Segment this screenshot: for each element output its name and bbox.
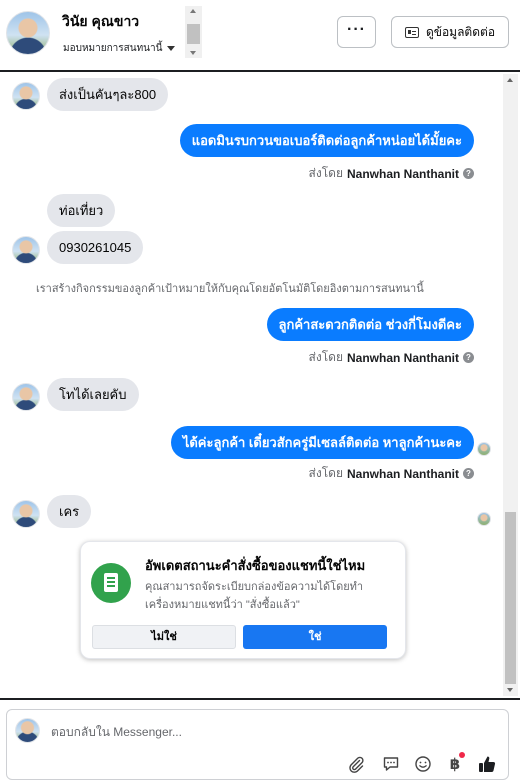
order-status-prompt: อัพเดตสถานะคำสั่งซื้อของแชทนี้ใช่ไหม คุณ… bbox=[80, 541, 406, 659]
sent-by-line: ส่งโดย Nanwhan Nanthanit ? bbox=[309, 348, 474, 367]
contact-name[interactable]: วินัย คุณขาว bbox=[62, 11, 139, 33]
scroll-down-icon[interactable] bbox=[507, 688, 513, 692]
assign-conversation-label: มอบหมายการสนทนานี้ bbox=[63, 43, 163, 54]
contact-card-icon bbox=[404, 26, 419, 38]
incoming-message[interactable]: ท่อเที่ยว bbox=[47, 194, 116, 227]
sent-by-line: ส่งโดย Nanwhan Nanthanit ? bbox=[309, 164, 474, 183]
decline-button[interactable]: ไม่ใช่ bbox=[92, 625, 236, 649]
scroll-up-icon[interactable] bbox=[507, 78, 513, 82]
reply-input[interactable] bbox=[51, 725, 471, 739]
seen-receipt-avatar bbox=[477, 442, 491, 456]
contact-avatar-small[interactable] bbox=[12, 82, 40, 110]
help-icon[interactable]: ? bbox=[463, 352, 474, 363]
baht-payment-icon[interactable]: ฿ bbox=[445, 752, 465, 774]
caret-down-icon bbox=[167, 46, 176, 51]
more-icon: ··· bbox=[347, 21, 366, 38]
scroll-thumb[interactable] bbox=[187, 24, 200, 44]
incoming-message[interactable]: ส่งเป็นคันๆละ800 bbox=[47, 78, 169, 111]
messenger-conversation-panel: วินัย คุณขาว มอบหมายการสนทนานี้ ··· ดูข้… bbox=[0, 0, 520, 783]
like-icon[interactable] bbox=[477, 754, 497, 774]
order-status-description: คุณสามารถจัดระเบียบกล่องข้อความได้โดยทำ bbox=[145, 581, 364, 593]
attach-icon[interactable] bbox=[346, 754, 366, 774]
incoming-message[interactable]: เคร bbox=[47, 495, 92, 528]
assign-conversation-dropdown[interactable]: มอบหมายการสนทนานี้ bbox=[63, 41, 176, 56]
sent-by-prefix: ส่งโดย bbox=[308, 350, 343, 364]
contact-avatar[interactable] bbox=[6, 11, 50, 55]
order-status-icon bbox=[91, 563, 131, 603]
seen-receipt-avatar bbox=[477, 512, 491, 526]
contact-avatar-small[interactable] bbox=[12, 236, 40, 264]
view-contact-button[interactable]: ดูข้อมูลติดต่อ bbox=[391, 16, 509, 48]
header-scrollbar[interactable] bbox=[185, 6, 202, 58]
scroll-thumb[interactable] bbox=[505, 512, 516, 684]
conversation-header: วินัย คุณขาว มอบหมายการสนทนานี้ ··· ดูข้… bbox=[0, 0, 520, 72]
incoming-message[interactable]: 0930261045 bbox=[47, 231, 144, 264]
thread-scrollbar[interactable] bbox=[503, 74, 518, 696]
confirm-button[interactable]: ใช่ bbox=[243, 625, 387, 649]
sender-name: Nanwhan Nanthanit bbox=[346, 350, 459, 365]
emoji-icon[interactable] bbox=[413, 754, 433, 774]
incoming-message[interactable]: โทได้เลยคับ bbox=[47, 378, 139, 411]
saved-reply-icon[interactable] bbox=[381, 754, 401, 774]
sent-by-prefix: ส่งโดย bbox=[308, 166, 343, 180]
sender-name: Nanwhan Nanthanit bbox=[346, 466, 459, 481]
order-status-description: เครื่องหมายแชทนี้ว่า "สั่งซื้อแล้ว" bbox=[145, 599, 300, 611]
sent-by-line: ส่งโดย Nanwhan Nanthanit ? bbox=[309, 464, 474, 483]
help-icon[interactable]: ? bbox=[463, 168, 474, 179]
outgoing-message[interactable]: แอดมินรบกวนขอเบอร์ติดต่อลูกค้าหน่อยได้มั… bbox=[179, 124, 474, 157]
divider bbox=[0, 698, 520, 700]
view-contact-label: ดูข้อมูลติดต่อ bbox=[425, 24, 496, 39]
notification-dot bbox=[459, 752, 465, 758]
message-thread[interactable]: ส่งเป็นคันๆละ800 แอดมินรบกวนขอเบอร์ติดต่… bbox=[0, 74, 520, 698]
scroll-down-icon[interactable] bbox=[190, 51, 196, 55]
reply-composer: ฿ bbox=[6, 709, 509, 780]
scroll-up-icon[interactable] bbox=[190, 9, 196, 13]
contact-avatar-small[interactable] bbox=[12, 500, 40, 528]
page-avatar bbox=[15, 718, 40, 743]
more-options-button[interactable]: ··· bbox=[337, 16, 376, 48]
outgoing-message[interactable]: ลูกค้าสะดวกติดต่อ ช่วงกี่โมงดีคะ bbox=[266, 308, 474, 341]
sent-by-prefix: ส่งโดย bbox=[308, 466, 343, 480]
sender-name: Nanwhan Nanthanit bbox=[346, 166, 459, 181]
order-status-title: อัพเดตสถานะคำสั่งซื้อของแชทนี้ใช่ไหม bbox=[145, 558, 366, 573]
contact-avatar-small[interactable] bbox=[12, 383, 40, 411]
outgoing-message[interactable]: ได้ค่ะลูกค้า เดี๋ยวสักครู่มีเซลล์ติดต่อ … bbox=[170, 426, 474, 459]
system-note: เราสร้างกิจกรรมของลูกค้าเป้าหมายให้กับคุ… bbox=[36, 283, 424, 295]
help-icon[interactable]: ? bbox=[463, 468, 474, 479]
